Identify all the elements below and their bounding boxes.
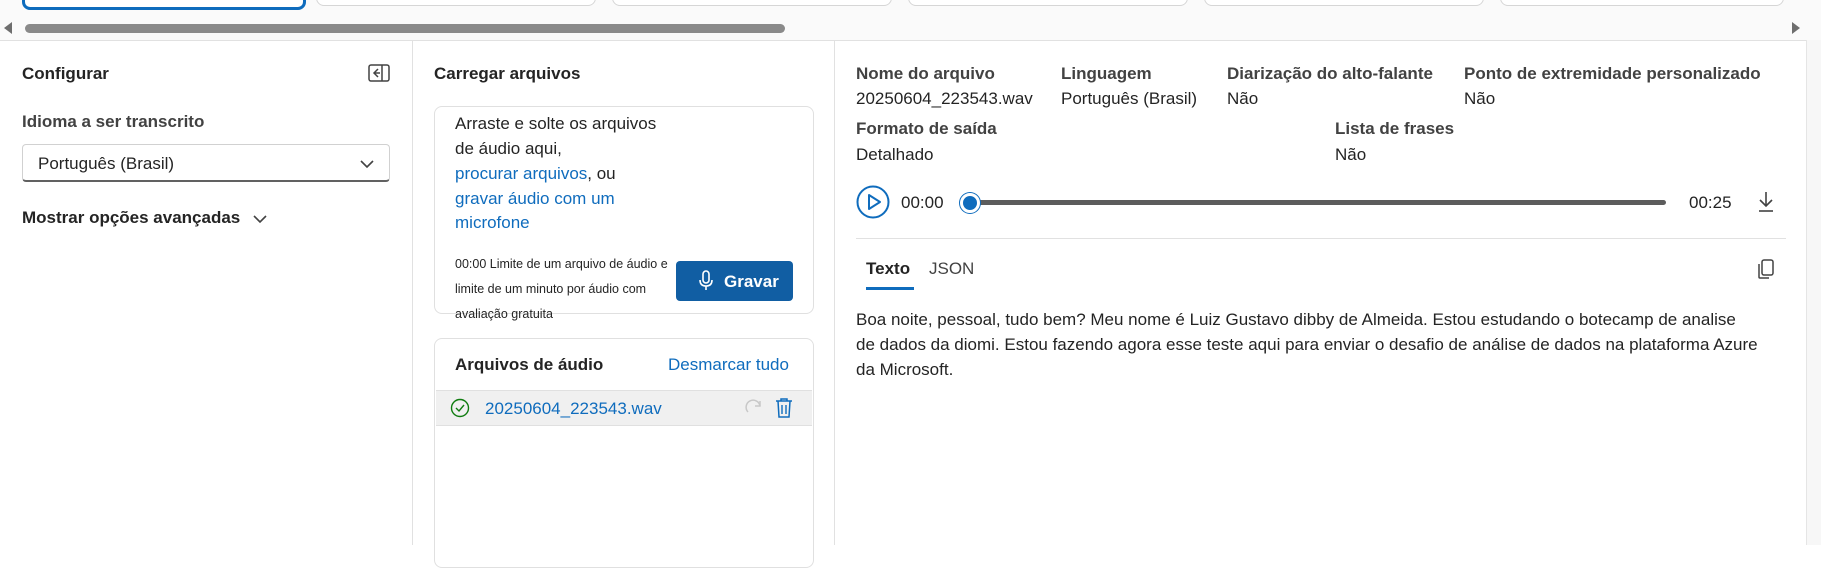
collapse-panel-icon[interactable] <box>368 64 390 82</box>
top-tab[interactable] <box>316 0 596 6</box>
limit-text-line1: 00:00 Limite de um arquivo de áudio e <box>455 257 668 271</box>
transcript-line1: Boa noite, pessoal, tudo bem? Meu nome é… <box>856 310 1736 329</box>
audio-progress-knob[interactable] <box>960 193 980 213</box>
player-divider <box>856 238 1786 239</box>
limit-text-line2: limite de um minuto por áudio com <box>455 282 647 296</box>
retry-icon <box>744 398 764 423</box>
config-title: Configurar <box>22 64 109 83</box>
current-time: 00:00 <box>901 193 944 212</box>
deselect-all-link[interactable]: Desmarcar tudo <box>668 355 789 375</box>
browse-files-link[interactable]: procurar arquivos <box>455 164 587 183</box>
top-tab[interactable] <box>1500 0 1784 6</box>
tab-json[interactable]: JSON <box>929 259 974 279</box>
play-button[interactable] <box>856 185 890 219</box>
record-audio-link[interactable]: gravar áudio com um <box>455 189 615 209</box>
audio-files-title: Arquivos de áudio <box>455 355 604 374</box>
file-name-label: Nome do arquivo <box>856 64 995 83</box>
or-text: , ou <box>587 164 616 183</box>
custom-endpoint-label: Ponto de extremidade personalizado <box>1464 64 1761 83</box>
upload-title: Carregar arquivos <box>434 64 581 83</box>
chevron-down-icon <box>252 212 268 230</box>
file-name[interactable]: 20250604_223543.wav <box>485 399 662 419</box>
microphone-icon <box>698 270 714 297</box>
top-divider <box>0 40 1806 41</box>
diarization-value: Não <box>1227 89 1259 108</box>
record-audio-link-line2[interactable]: microfone <box>455 213 530 233</box>
top-tab[interactable] <box>908 0 1188 6</box>
custom-endpoint-value: Não <box>1464 89 1496 108</box>
delete-icon[interactable] <box>774 397 794 424</box>
checkmark-circle-icon <box>450 398 470 423</box>
copy-icon[interactable] <box>1756 258 1776 280</box>
browse-line: procurar arquivos, ou <box>455 164 616 184</box>
file-row[interactable]: 20250604_223543.wav <box>436 390 812 426</box>
language-select-value: Português (Brasil) <box>38 154 175 173</box>
language-select[interactable]: Português (Brasil) <box>22 144 390 182</box>
active-tab-indicator <box>866 287 914 290</box>
record-button-label: Gravar <box>724 272 779 291</box>
scroll-right-arrow-icon[interactable] <box>1792 22 1800 34</box>
play-icon <box>856 185 890 219</box>
audio-progress-track[interactable] <box>970 200 1666 205</box>
duration: 00:25 <box>1689 193 1732 212</box>
top-tab[interactable] <box>1204 0 1484 6</box>
record-button[interactable]: Gravar <box>676 261 793 301</box>
chevron-down-icon <box>359 157 375 175</box>
top-tab[interactable] <box>612 0 892 6</box>
top-tab-active[interactable] <box>22 0 306 10</box>
drop-text-line2: de áudio aqui, <box>455 139 562 158</box>
advanced-options-label: Mostrar opções avançadas <box>22 208 241 227</box>
transcript-line2: de dados da diomi. Estou fazendo agora e… <box>856 335 1758 354</box>
file-name-value: 20250604_223543.wav <box>856 89 1033 108</box>
phrase-list-value: Não <box>1335 145 1367 164</box>
advanced-options-toggle[interactable]: Mostrar opções avançadas <box>22 208 272 230</box>
column-divider <box>412 40 413 545</box>
details-language-label: Linguagem <box>1061 64 1152 83</box>
output-format-label: Formato de saída <box>856 119 997 138</box>
language-label: Idioma a ser transcrito <box>22 112 205 131</box>
tab-text[interactable]: Texto <box>866 259 910 279</box>
column-divider <box>834 40 835 545</box>
details-language-value: Português (Brasil) <box>1061 89 1198 108</box>
phrase-list-label: Lista de frases <box>1335 119 1455 138</box>
diarization-label: Diarização do alto-falante <box>1227 64 1433 83</box>
transcript-line3: da Microsoft. <box>856 360 954 379</box>
drop-text-line1: Arraste e solte os arquivos <box>455 114 657 133</box>
right-panel-scrollbar[interactable] <box>1806 40 1821 545</box>
scroll-left-arrow-icon[interactable] <box>4 22 12 34</box>
horizontal-scrollbar-thumb[interactable] <box>25 24 785 33</box>
output-format-value: Detalhado <box>856 145 934 164</box>
limit-text-line3: avaliação gratuita <box>455 307 553 321</box>
download-icon[interactable] <box>1756 190 1776 214</box>
